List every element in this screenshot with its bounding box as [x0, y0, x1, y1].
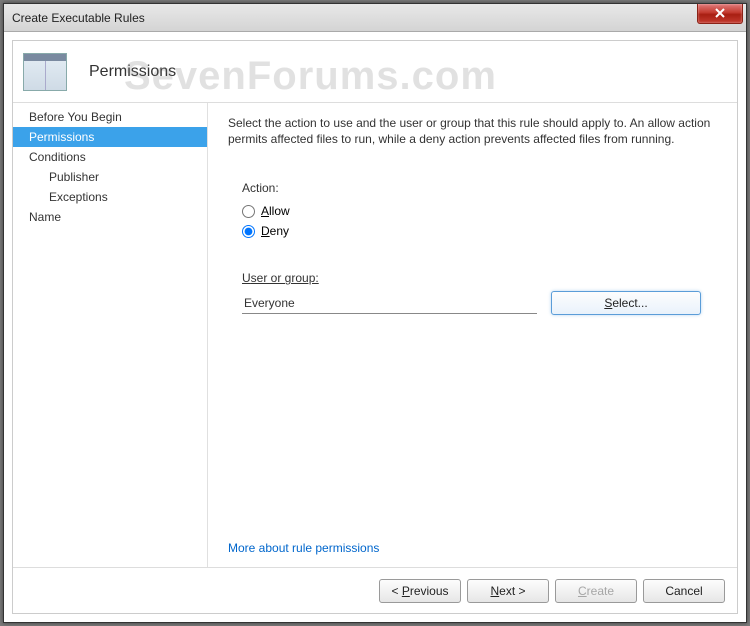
sidebar-item-publisher[interactable]: Publisher	[13, 167, 207, 187]
user-group-row: Select...	[242, 291, 717, 315]
sidebar-item-name[interactable]: Name	[13, 207, 207, 227]
radio-allow-label: Allow	[261, 204, 290, 218]
close-button[interactable]	[697, 4, 743, 24]
sidebar-item-permissions[interactable]: Permissions	[13, 127, 207, 147]
action-label: Action:	[242, 181, 717, 195]
next-button[interactable]: Next >	[467, 579, 549, 603]
window-title: Create Executable Rules	[4, 11, 697, 25]
wizard-window: Create Executable Rules Permissions Seve…	[3, 3, 747, 623]
wizard-body: Before You Begin Permissions Conditions …	[13, 103, 737, 567]
sidebar-item-before-you-begin[interactable]: Before You Begin	[13, 107, 207, 127]
titlebar: Create Executable Rules	[4, 4, 746, 32]
radio-allow-row[interactable]: Allow	[242, 204, 717, 218]
radio-allow[interactable]	[242, 205, 255, 218]
create-button: Create	[555, 579, 637, 603]
user-group-label: User or group:	[242, 271, 717, 285]
description-text: Select the action to use and the user or…	[228, 115, 717, 147]
sidebar-item-conditions[interactable]: Conditions	[13, 147, 207, 167]
user-group-input[interactable]	[242, 293, 537, 314]
content-panel: Select the action to use and the user or…	[208, 103, 737, 567]
select-button[interactable]: Select...	[551, 291, 701, 315]
permissions-icon	[23, 53, 67, 91]
sidebar-item-exceptions[interactable]: Exceptions	[13, 187, 207, 207]
radio-deny-label: Deny	[261, 224, 289, 238]
previous-button[interactable]: < Previous	[379, 579, 461, 603]
wizard-footer: < Previous Next > Create Cancel	[13, 567, 737, 613]
wizard-inner: Permissions SevenForums.com Before You B…	[12, 40, 738, 614]
wizard-header: Permissions	[13, 41, 737, 103]
radio-deny-row[interactable]: Deny	[242, 224, 717, 238]
help-link[interactable]: More about rule permissions	[228, 541, 717, 555]
sidebar: Before You Begin Permissions Conditions …	[13, 103, 208, 567]
page-title: Permissions	[89, 63, 176, 81]
radio-deny[interactable]	[242, 225, 255, 238]
close-icon	[714, 8, 726, 18]
cancel-button[interactable]: Cancel	[643, 579, 725, 603]
